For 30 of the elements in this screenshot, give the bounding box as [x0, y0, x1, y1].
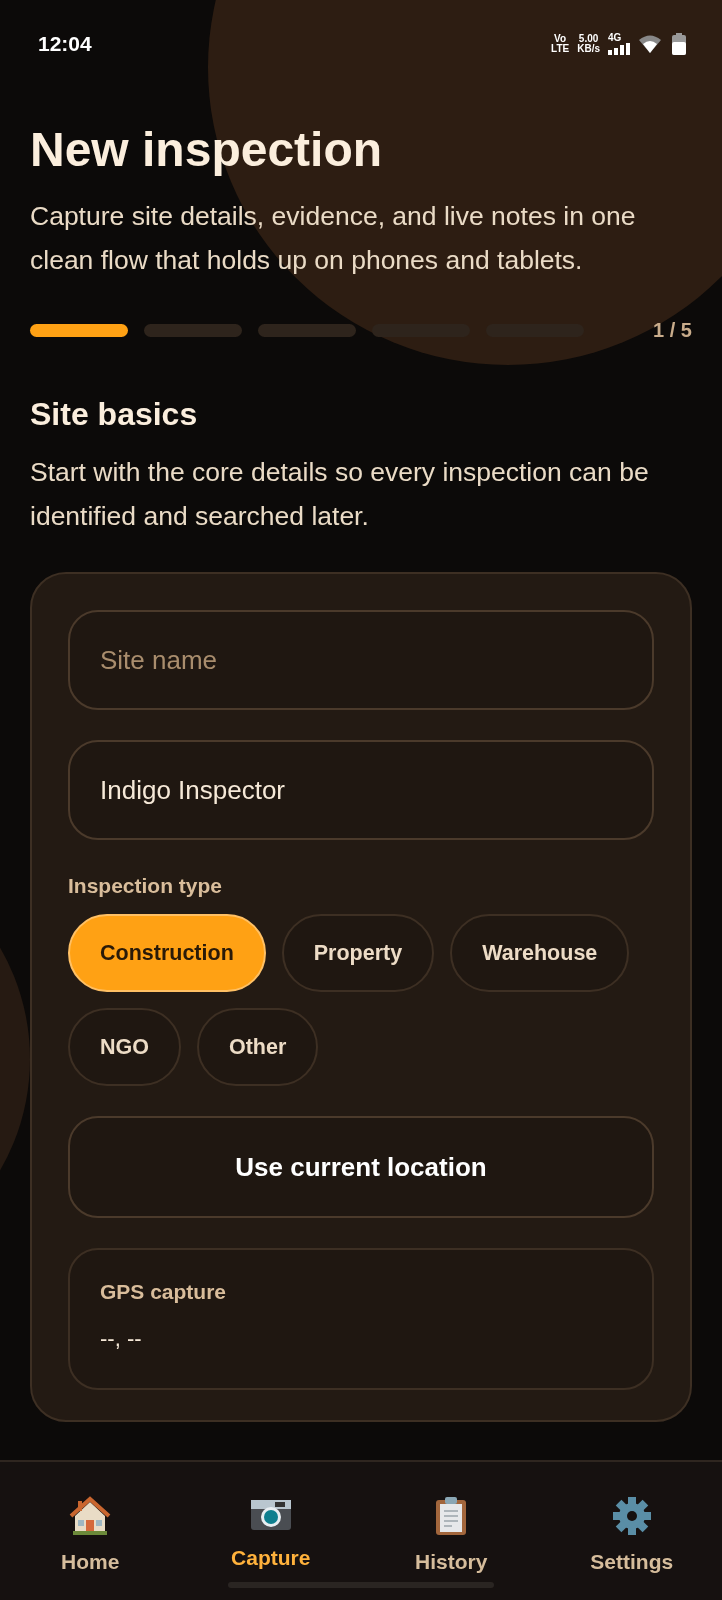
type-chip[interactable]: Other	[197, 1008, 319, 1086]
wifi-icon	[638, 34, 664, 54]
text-field[interactable]: Site name	[68, 610, 654, 710]
status-time: 12:04	[38, 32, 92, 56]
clipboard-icon	[435, 1496, 468, 1536]
section-title: Site basics	[30, 395, 199, 434]
gps-label: GPS capture	[100, 1280, 228, 1304]
volte-label: LTE	[551, 44, 570, 54]
type-chip[interactable]: Warehouse	[450, 914, 630, 992]
step-counter: 1 / 5	[653, 318, 692, 342]
page-subtitle: Capture site details, evidence, and live notes in one clean flow that holds up on phones and tablets.	[30, 200, 637, 277]
network-label: 4G	[608, 33, 622, 43]
nav-tab[interactable]: Settings	[541, 1462, 722, 1600]
signal-icon	[608, 43, 630, 55]
text-field[interactable]: Indigo Inspector	[68, 740, 654, 840]
gear-icon	[611, 1496, 652, 1536]
gps-value: --, --	[100, 1326, 143, 1352]
type-chip[interactable]: NGO	[68, 1008, 181, 1086]
field-label: Inspection type	[68, 874, 224, 898]
house-icon	[69, 1496, 112, 1536]
section-description: Start with the core details so every inspection can be identified and searched later.	[30, 456, 650, 533]
nav-tab[interactable]: Home	[0, 1462, 181, 1600]
type-chip[interactable]: Construction	[68, 914, 266, 992]
page-title: New inspection	[30, 122, 384, 178]
speed-value: 5.00	[578, 34, 599, 44]
type-chip[interactable]: Property	[281, 914, 435, 992]
location-button[interactable]: Use current location	[68, 1116, 654, 1218]
battery-icon	[672, 33, 686, 55]
volte-label: Vo	[554, 34, 567, 44]
speed-unit: KB/s	[577, 44, 600, 54]
